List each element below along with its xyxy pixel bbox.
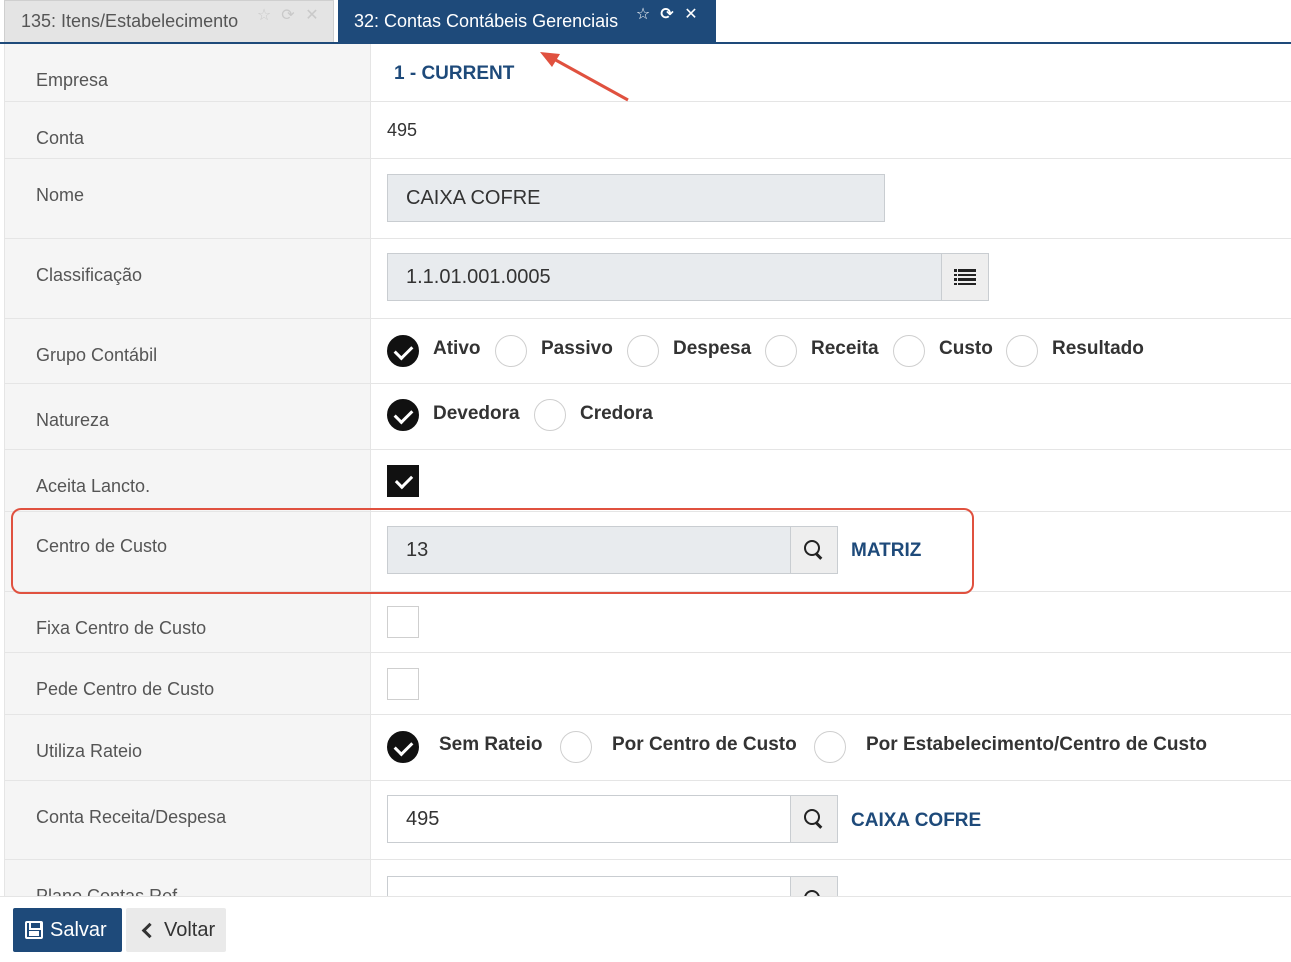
radio-custo[interactable] xyxy=(893,335,925,367)
account-form: Empresa 1 - CURRENT Conta 495 Nome CAIXA… xyxy=(4,44,1291,896)
radio-label-despesa: Despesa xyxy=(673,338,752,359)
row-centro-custo: Centro de Custo 13 MATRIZ xyxy=(5,512,1291,592)
list-icon xyxy=(954,269,976,285)
centro-custo-input[interactable]: 13 xyxy=(387,526,791,574)
row-nome: Nome CAIXA COFRE xyxy=(5,159,1291,239)
radio-label-credora: Credora xyxy=(580,403,653,424)
radio-label-custo: Custo xyxy=(939,338,993,359)
tab-itens-estabelecimento[interactable]: 135: Itens/Estabelecimento ☆ ⟳ ✕ xyxy=(4,0,334,42)
fixa-centro-custo-checkbox[interactable] xyxy=(387,606,419,638)
radio-despesa[interactable] xyxy=(627,335,659,367)
radio-devedora[interactable] xyxy=(387,399,419,431)
conta-receita-description: CAIXA COFRE xyxy=(851,810,982,831)
conta-receita-search-button[interactable] xyxy=(790,795,838,843)
row-grupo-contabil: Grupo Contábil Ativo Passivo Despesa Rec… xyxy=(5,319,1291,384)
label-classificacao: Classificação xyxy=(36,265,143,285)
radio-passivo[interactable] xyxy=(495,335,527,367)
tab-label: 32: Contas Contábeis Gerenciais xyxy=(354,10,619,31)
label-fixa-centro-custo: Fixa Centro de Custo xyxy=(36,618,207,638)
radio-resultado[interactable] xyxy=(1006,335,1038,367)
save-button[interactable]: Salvar xyxy=(13,908,122,952)
conta-value: 495 xyxy=(387,120,418,140)
radio-label-passivo: Passivo xyxy=(541,338,613,359)
pede-centro-custo-checkbox[interactable] xyxy=(387,668,419,700)
radio-receita[interactable] xyxy=(765,335,797,367)
conta-receita-input[interactable]: 495 xyxy=(387,795,791,843)
centro-custo-description: MATRIZ xyxy=(851,540,922,561)
radio-por-estabelecimento[interactable] xyxy=(814,731,846,763)
row-natureza: Natureza Devedora Credora xyxy=(5,384,1291,450)
row-pede-centro-custo: Pede Centro de Custo xyxy=(5,653,1291,715)
radio-label-ativo: Ativo xyxy=(433,338,481,359)
row-conta-receita-despesa: Conta Receita/Despesa 495 CAIXA COFRE xyxy=(5,781,1291,860)
radio-label-por-centro-custo: Por Centro de Custo xyxy=(612,734,797,755)
label-centro-custo: Centro de Custo xyxy=(36,536,168,556)
close-icon[interactable]: ✕ xyxy=(303,5,321,25)
plano-contas-search-button[interactable] xyxy=(790,876,838,896)
star-icon[interactable]: ☆ xyxy=(255,5,273,25)
tab-bar: 135: Itens/Estabelecimento ☆ ⟳ ✕ 32: Con… xyxy=(0,0,1291,44)
empresa-value: 1 - CURRENT xyxy=(394,63,515,84)
tab-contas-contabeis[interactable]: 32: Contas Contábeis Gerenciais ☆ ⟳ ✕ xyxy=(338,0,716,42)
chevron-left-icon xyxy=(141,922,158,938)
centro-custo-search-button[interactable] xyxy=(790,526,838,574)
radio-sem-rateio[interactable] xyxy=(387,731,419,763)
row-conta: Conta 495 xyxy=(5,102,1291,159)
label-natureza: Natureza xyxy=(36,410,110,430)
close-icon[interactable]: ✕ xyxy=(682,4,700,24)
nome-input[interactable]: CAIXA COFRE xyxy=(387,174,885,222)
classificacao-list-button[interactable] xyxy=(941,253,989,301)
row-utiliza-rateio: Utiliza Rateio Sem Rateio Por Centro de … xyxy=(5,715,1291,781)
refresh-icon[interactable]: ⟳ xyxy=(658,4,676,24)
label-pede-centro-custo: Pede Centro de Custo xyxy=(36,679,215,699)
label-conta-receita-despesa: Conta Receita/Despesa xyxy=(36,807,227,827)
radio-label-por-estabelecimento: Por Estabelecimento/Centro de Custo xyxy=(866,734,1208,755)
radio-label-devedora: Devedora xyxy=(433,403,520,424)
radio-label-sem-rateio: Sem Rateio xyxy=(439,734,543,755)
row-fixa-centro-custo: Fixa Centro de Custo xyxy=(5,592,1291,653)
row-empresa: Empresa 1 - CURRENT xyxy=(5,44,1291,102)
label-aceita-lancto: Aceita Lancto. xyxy=(36,476,151,496)
form-footer: Salvar Voltar xyxy=(0,896,1291,962)
aceita-lancto-checkbox[interactable] xyxy=(387,465,419,497)
row-plano-contas-ref: Plano Contas Ref. xyxy=(5,860,1291,896)
radio-ativo[interactable] xyxy=(387,335,419,367)
plano-contas-input[interactable] xyxy=(387,876,791,896)
search-icon xyxy=(804,540,824,560)
search-icon xyxy=(804,809,824,829)
tab-label: 135: Itens/Estabelecimento xyxy=(21,11,239,31)
label-plano-contas-ref: Plano Contas Ref. xyxy=(36,886,183,896)
label-utiliza-rateio: Utiliza Rateio xyxy=(36,741,143,761)
label-grupo-contabil: Grupo Contábil xyxy=(36,345,158,365)
star-icon[interactable]: ☆ xyxy=(634,4,652,24)
label-empresa: Empresa xyxy=(36,70,109,90)
radio-label-receita: Receita xyxy=(811,338,879,359)
radio-por-centro-custo[interactable] xyxy=(560,731,592,763)
label-conta: Conta xyxy=(36,128,85,148)
radio-label-resultado: Resultado xyxy=(1052,338,1144,359)
radio-credora[interactable] xyxy=(534,399,566,431)
row-aceita-lancto: Aceita Lancto. xyxy=(5,450,1291,512)
classificacao-input[interactable]: 1.1.01.001.0005 xyxy=(387,253,942,301)
floppy-disk-icon xyxy=(25,921,43,939)
refresh-icon[interactable]: ⟳ xyxy=(279,5,297,25)
save-button-label: Salvar xyxy=(50,918,107,941)
back-button[interactable]: Voltar xyxy=(126,908,226,952)
label-nome: Nome xyxy=(36,185,85,205)
back-button-label: Voltar xyxy=(164,918,216,941)
row-classificacao: Classificação 1.1.01.001.0005 xyxy=(5,239,1291,319)
